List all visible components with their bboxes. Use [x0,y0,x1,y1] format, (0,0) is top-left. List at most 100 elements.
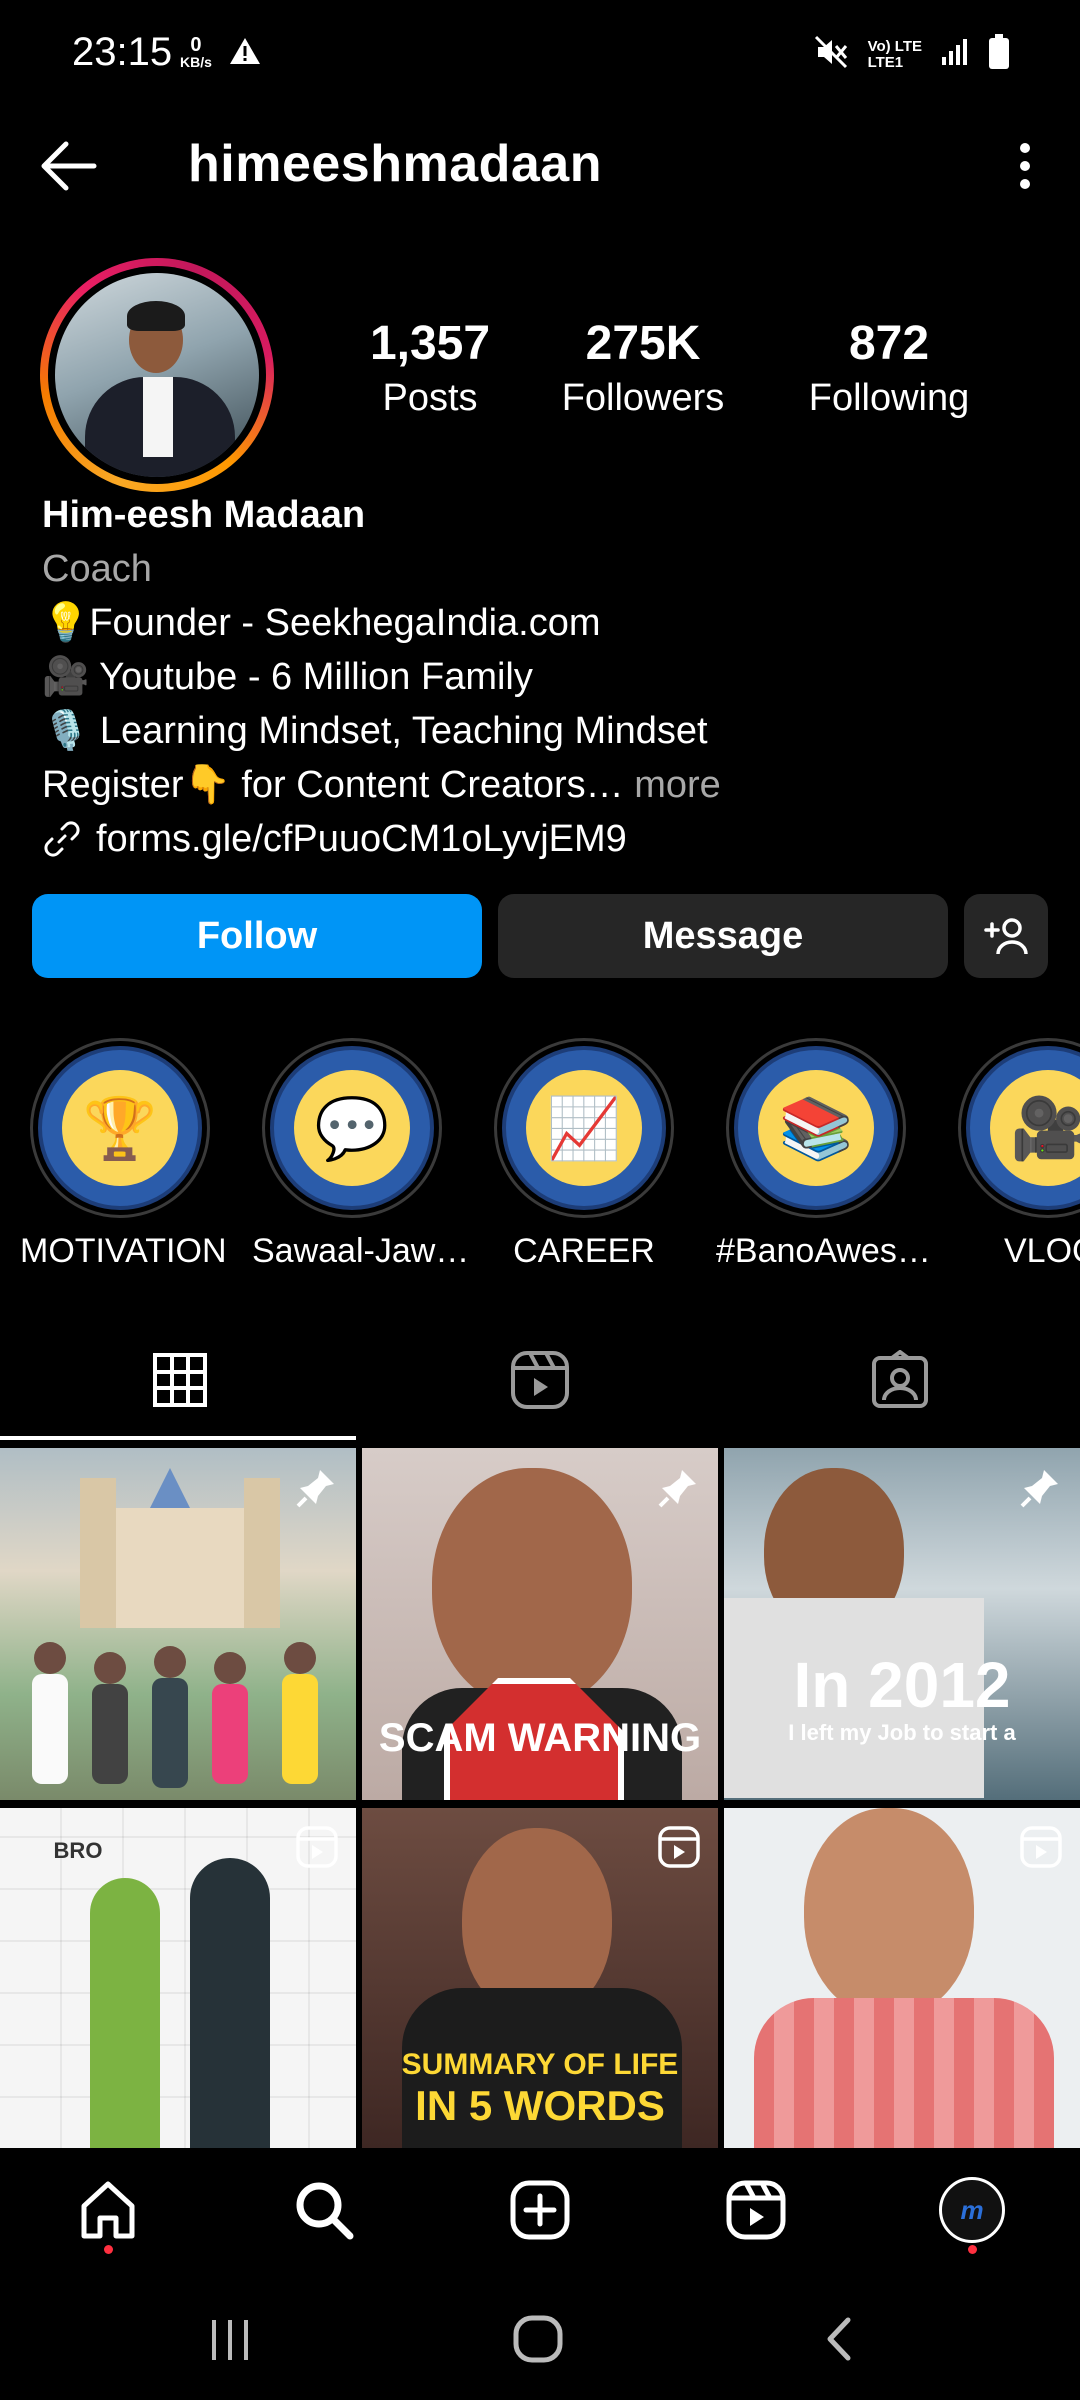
network-type-bottom: LTE1 [867,53,904,71]
grid-post[interactable]: BRO [0,1808,356,2148]
pin-icon [656,1466,700,1515]
avatar [55,273,259,477]
profile-bio: Him-eesh Madaan Coach 💡Founder - Seekheg… [42,488,1042,866]
stat-value: 1,357 [369,317,491,370]
highlight-label: VLOG [1004,1232,1080,1270]
trophy-icon: 🏆 [62,1070,178,1186]
profile-tabs [0,1322,1080,1442]
grid-post[interactable]: In 2012 I left my Job to start a [724,1448,1080,1800]
status-bar: 23:15 0 KB/s Vo) LTE LTE1 [0,0,1080,110]
reel-icon [658,1826,700,1873]
display-name: Him-eesh Madaan [42,494,366,536]
grid-post[interactable] [0,1448,356,1800]
stat-value: 872 [848,317,930,370]
network-speed-value: 0 [190,34,202,56]
posts-grid: SCAM WARNING In 2012 I left my Job to st… [0,1448,1080,2148]
network-type: Vo) LTE LTE1 [867,37,922,71]
more-options-button[interactable] [1000,134,1050,198]
notification-dot [968,2245,977,2254]
reels-icon [726,2180,786,2240]
stat-label: Following [808,377,970,419]
recents-icon [212,2320,248,2360]
reel-icon [296,1826,338,1873]
profile-category: Coach [42,548,152,590]
highlight-label: #BanoAwes… [716,1232,931,1270]
nav-profile[interactable]: m [932,2170,1012,2254]
person-face [804,1808,974,2018]
stat-following[interactable]: 872 Following [766,316,1012,420]
profile-avatar: m [939,2177,1005,2243]
bio-last-line: Register👇 for Content Creators… [42,764,624,806]
highlight-item[interactable]: 🏆 MOTIVATION [20,1038,227,1271]
pin-icon [294,1466,338,1515]
bio-line: 💡Founder - SeekhegaIndia.com [42,602,601,644]
tagged-user-icon [872,1350,928,1408]
nav-reels[interactable] [716,2170,796,2250]
more-vertical-icon [1020,143,1030,189]
stat-label: Posts [382,377,478,419]
bio-link[interactable]: forms.gle/cfPuuoCM1oLyvjEM9 [42,812,1042,866]
chevron-left-icon [827,2317,851,2361]
arrow-left-icon [41,141,97,191]
tab-posts-grid[interactable] [0,1322,360,1438]
status-time: 23:15 [72,30,173,74]
network-speed: 0 KB/s [180,34,212,70]
castle-image [80,1468,280,1628]
person-figure [190,1858,270,2148]
grid-post[interactable]: SCAM WARNING [362,1448,718,1800]
profile-header: himeeshmadaan [0,120,1080,212]
signal-icon [940,37,970,72]
nav-create[interactable] [500,2170,580,2250]
network-type-top: Vo) LTE [867,37,922,55]
highlight-item[interactable]: 📚 #BanoAwes… [716,1038,931,1271]
post-subcaption: IN 5 WORDS [415,2082,665,2129]
home-icon [81,2181,135,2239]
status-icons: Vo) LTE LTE1 [814,34,1010,75]
highlight-item[interactable]: 💬 Sawaal-Jaw… [252,1038,469,1271]
follow-button[interactable]: Follow [32,894,482,978]
suggested-users-button[interactable] [964,894,1048,978]
post-caption: In 2012 [793,1649,1011,1721]
nav-search[interactable] [284,2170,364,2250]
back-button[interactable] [36,136,106,196]
stat-followers[interactable]: 275K Followers [520,316,766,420]
highlight-label: MOTIVATION [20,1232,227,1270]
more-link[interactable]: more [624,764,721,806]
home-circle-icon [513,2315,563,2363]
post-subcaption: I left my Job to start a [788,1720,1016,1745]
bio-link-text: forms.gle/cfPuuoCM1oLyvjEM9 [96,818,627,860]
highlight-item[interactable]: 📈 CAREER [484,1038,684,1271]
qa-icon: 💬 [294,1070,410,1186]
stat-label: Followers [561,377,725,419]
reel-icon [1020,1826,1062,1873]
post-caption: SUMMARY OF LIFE [401,2048,679,2081]
group-people-image [32,1642,318,1788]
grid-post[interactable]: SUMMARY OF LIFE IN 5 WORDS [362,1808,718,2148]
stat-posts[interactable]: 1,357 Posts [340,316,520,420]
highlight-item[interactable]: 🎥 VLOG [948,1038,1080,1271]
home-system-button[interactable] [508,2314,568,2369]
person-face [432,1468,632,1708]
reels-icon [511,1351,569,1409]
books-icon: 📚 [758,1070,874,1186]
tab-reels[interactable] [360,1322,720,1438]
grid-post[interactable] [724,1808,1080,2148]
system-navigation-bar [0,2274,1080,2400]
grid-icon [153,1353,207,1407]
post-caption: SCAM WARNING [378,1716,702,1760]
notification-dot [104,2245,113,2254]
highlight-label: CAREER [513,1232,655,1270]
recent-apps-button[interactable] [200,2314,260,2369]
active-tab-indicator [0,1436,356,1440]
back-system-button[interactable] [810,2314,870,2369]
bio-line: 🎙️ Learning Mindset, Teaching Mindset [42,710,708,752]
profile-stats: 1,357 Posts 275K Followers 872 Following [340,316,1060,420]
person-figure [90,1878,160,2148]
career-ladder-icon: 📈 [526,1070,642,1186]
nav-home[interactable] [68,2170,148,2254]
add-post-icon [510,2180,570,2240]
avatar-story-ring[interactable] [40,258,274,492]
network-speed-unit: KB/s [180,54,212,70]
message-button[interactable]: Message [498,894,948,978]
tab-tagged[interactable] [720,1322,1080,1438]
